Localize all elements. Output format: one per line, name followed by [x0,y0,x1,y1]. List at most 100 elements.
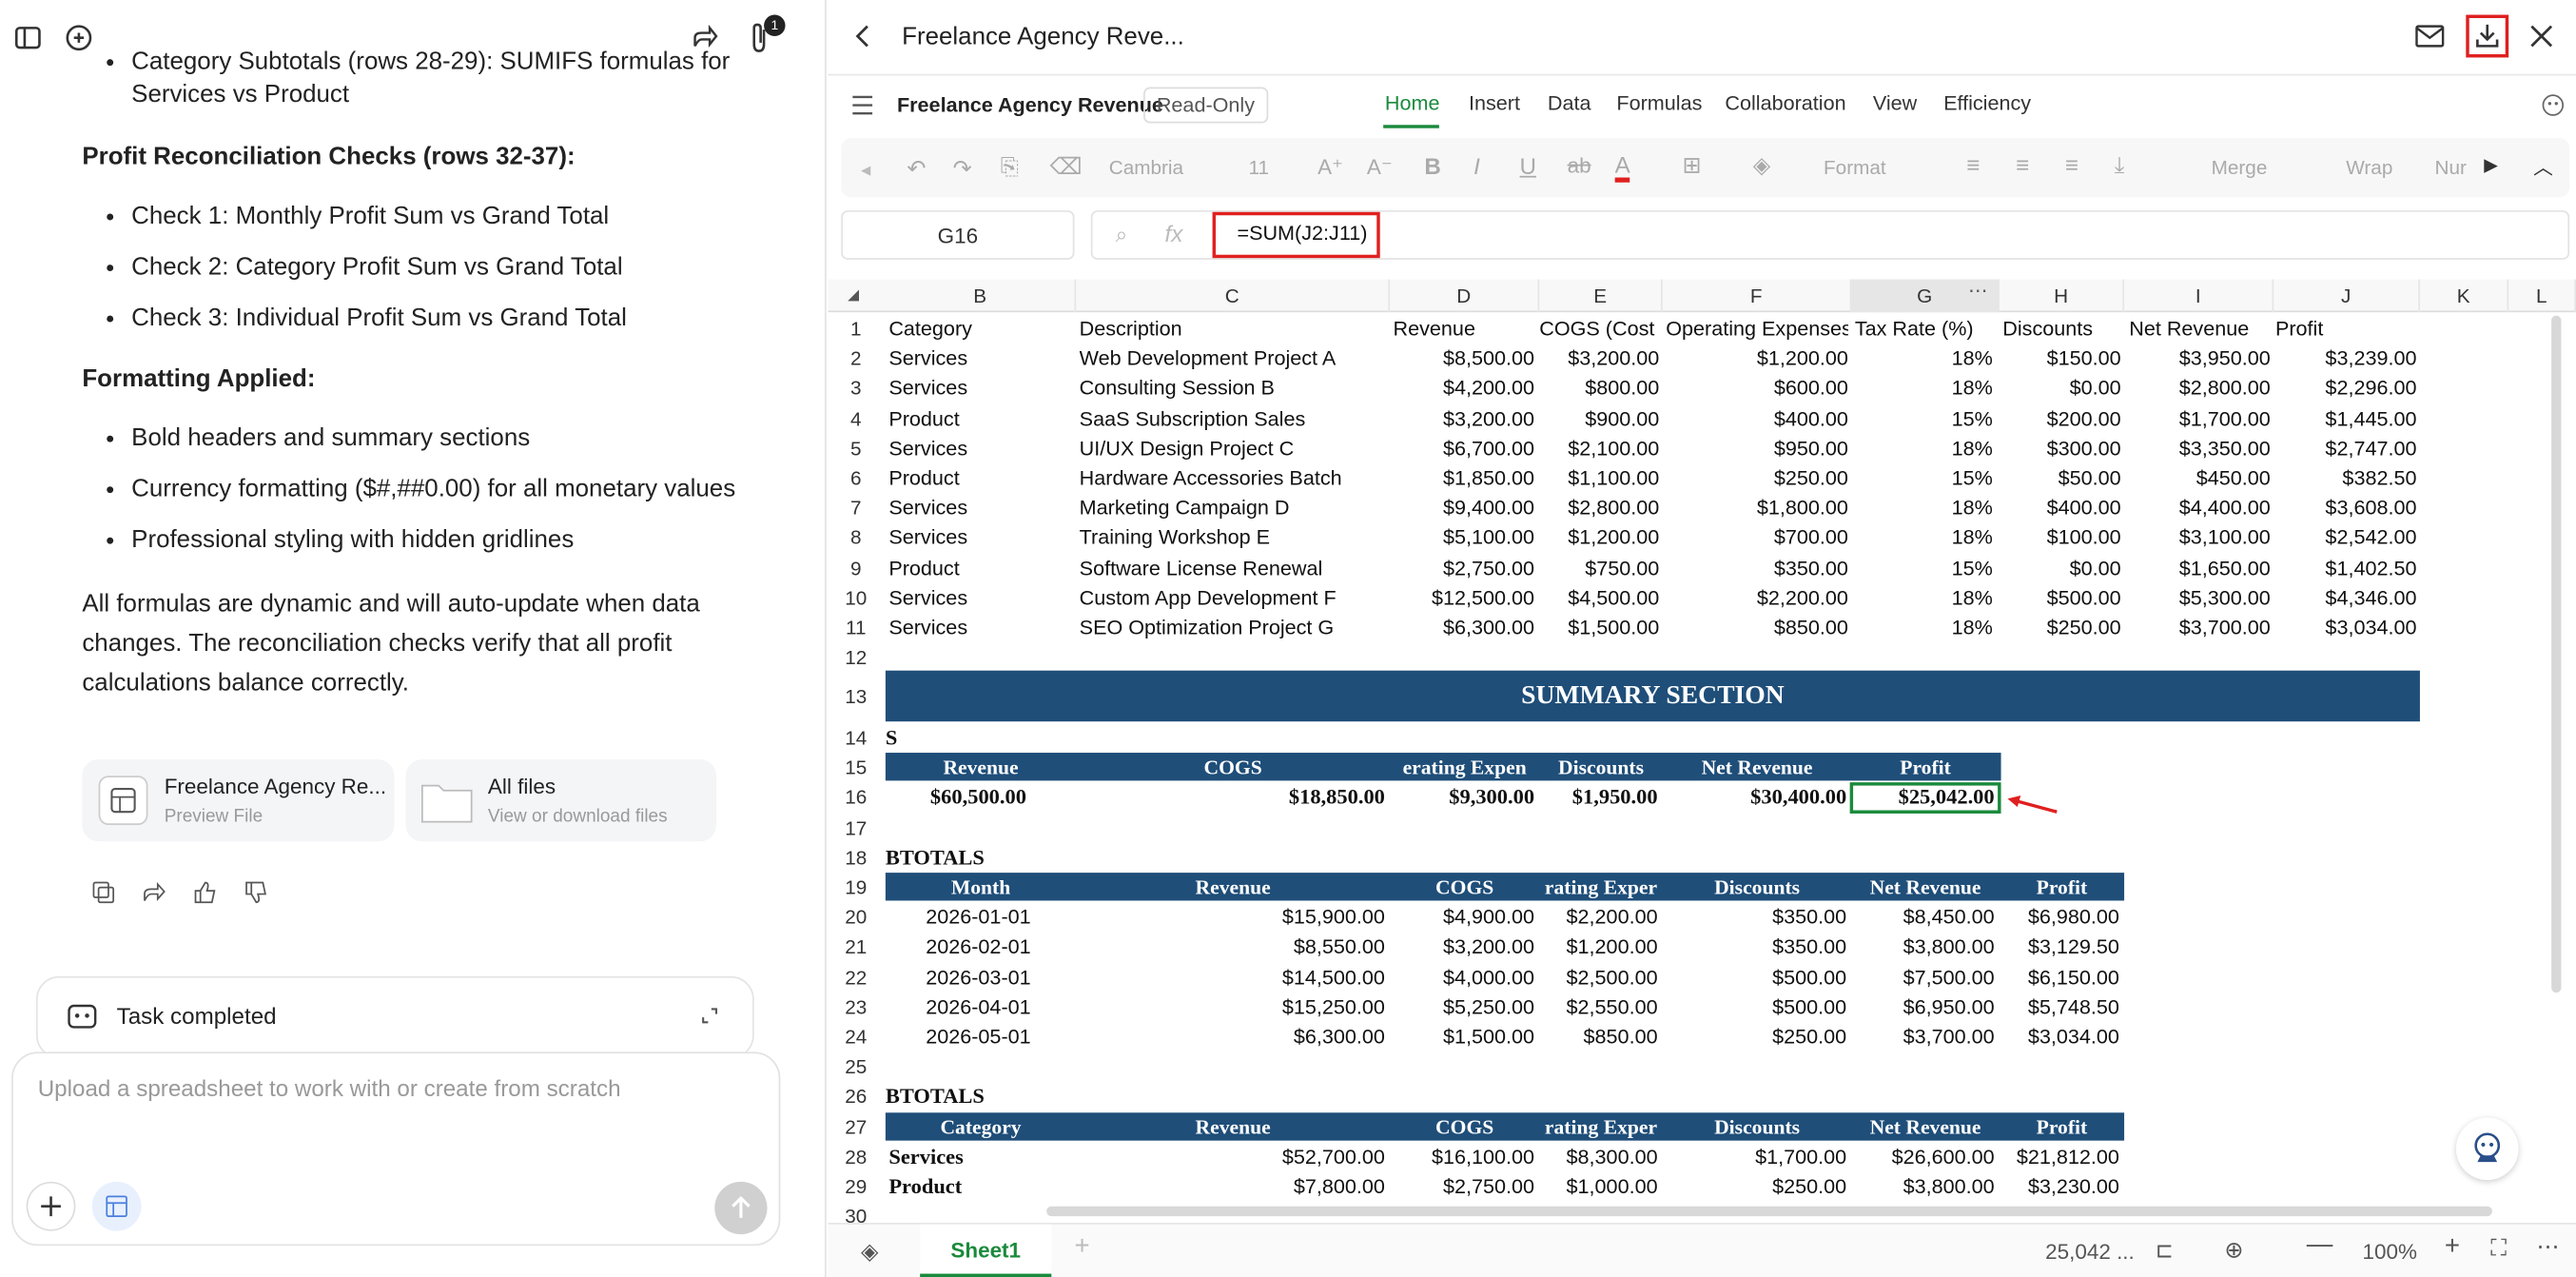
data-cell[interactable]: $250.00 [1666,463,1848,493]
undo-icon[interactable]: ↶ [907,154,926,182]
row-header-25[interactable]: 25 [828,1052,884,1082]
monthly-value-cell[interactable]: $6,980.00 [2000,903,2119,933]
data-cell[interactable]: $382.50 [2275,463,2416,493]
category-value-cell[interactable]: $3,800.00 [1851,1171,1995,1201]
data-cell[interactable]: $3,200.00 [1394,403,1534,433]
data-cell[interactable]: $1,402.50 [2275,553,2416,582]
data-cell[interactable]: $6,700.00 [1394,434,1534,463]
data-cell[interactable]: SaaS Subscription Sales [1080,403,1392,433]
data-cell[interactable]: 18% [1855,613,1993,642]
row-header-15[interactable]: 15 [828,753,884,782]
data-cell[interactable]: Services [888,434,1076,463]
data-cell[interactable]: Product [888,463,1076,493]
data-cell[interactable]: $850.00 [1666,613,1848,642]
row-header-18[interactable]: 18 [828,843,884,873]
category-value-cell[interactable]: Product [888,1171,1074,1201]
back-arrow-icon[interactable] [852,23,872,49]
summary-header-cell[interactable]: Profit [1851,753,1999,782]
data-cell[interactable]: SEO Optimization Project G [1080,613,1392,642]
data-cell[interactable]: $1,200.00 [1666,344,1848,373]
function-icon[interactable]: fx [1164,220,1182,246]
monthly-value-cell[interactable]: $500.00 [1663,992,1846,1022]
data-cell[interactable]: Services [888,523,1076,553]
row-header-2[interactable]: 2 [828,344,884,373]
column-header-l[interactable]: L [2508,279,2576,313]
tab-view[interactable]: View [1873,92,1917,115]
fullscreen-icon[interactable]: ⛶ [2490,1234,2507,1262]
clear-format-icon[interactable]: ⌫ [1050,153,1083,181]
monthly-subtotals-label[interactable]: BTOTALS [886,843,1017,873]
underline-icon[interactable]: U [1520,153,1536,180]
data-cell[interactable]: $9,400.00 [1394,493,1534,522]
row-header-10[interactable]: 10 [828,583,884,613]
data-cell[interactable]: $8,500.00 [1394,344,1534,373]
data-cell[interactable]: $3,034.00 [2275,613,2416,642]
row-header-26[interactable]: 26 [828,1082,884,1111]
more-options-icon[interactable]: ⋯ [2537,1232,2560,1260]
data-cell[interactable]: 18% [1855,434,1993,463]
summary-value-cell[interactable]: $1,950.00 [1539,783,1658,813]
summary-value-cell[interactable]: $30,400.00 [1663,783,1846,813]
data-cell[interactable]: 15% [1855,553,1993,582]
monthly-header-cell[interactable]: Revenue [1076,873,1390,902]
monthly-value-cell[interactable]: $5,748.50 [2000,992,2119,1022]
font-select[interactable]: Cambria [1109,156,1183,179]
data-cell[interactable]: $4,346.00 [2275,583,2416,613]
data-cell[interactable]: Custom App Development F [1080,583,1392,613]
row-header-13[interactable]: 13 [828,682,884,712]
category-value-cell[interactable]: $3,230.00 [2000,1171,2119,1201]
monthly-value-cell[interactable]: $3,800.00 [1851,933,1995,962]
data-cell[interactable]: $250.00 [2002,613,2121,642]
row-header-1[interactable]: 1 [828,314,884,344]
monthly-value-cell[interactable]: $4,000.00 [1390,962,1534,992]
font-color-icon[interactable]: A [1614,151,1630,183]
monthly-value-cell[interactable]: $3,129.50 [2000,933,2119,962]
data-cell[interactable]: $2,800.00 [2129,374,2271,403]
category-value-cell[interactable]: $2,750.00 [1390,1171,1534,1201]
monthly-value-cell[interactable]: 2026-03-01 [886,962,1071,992]
chat-input-placeholder[interactable]: Upload a spreadsheet to work with or cre… [38,1075,621,1102]
data-cell[interactable]: 18% [1855,583,1993,613]
category-value-cell[interactable]: $1,700.00 [1663,1142,1846,1171]
close-icon[interactable] [2530,25,2553,48]
column-menu-icon[interactable]: ⋯ [1968,280,1988,303]
row-header-14[interactable]: 14 [828,723,884,753]
data-cell[interactable]: Web Development Project A [1080,344,1392,373]
category-value-cell[interactable]: $7,800.00 [1076,1171,1385,1201]
monthly-value-cell[interactable]: $2,200.00 [1539,903,1658,933]
monthly-header-cell[interactable]: Month [886,873,1076,902]
row-header-8[interactable]: 8 [828,523,884,553]
zoom-search-icon[interactable]: ⌕ [1116,222,1128,248]
tab-formulas[interactable]: Formulas [1616,92,1702,115]
tab-efficiency[interactable]: Efficiency [1943,92,2031,115]
data-cell[interactable]: $350.00 [1666,553,1848,582]
monthly-value-cell[interactable]: $4,900.00 [1390,903,1534,933]
column-header-f[interactable]: F [1663,279,1852,313]
monthly-value-cell[interactable]: $350.00 [1663,933,1846,962]
number-format-button[interactable]: Nur [2434,156,2466,179]
monthly-value-cell[interactable]: $5,250.00 [1390,992,1534,1022]
select-all-corner-icon[interactable]: ◢ [848,286,859,305]
data-cell[interactable]: $300.00 [2002,434,2121,463]
row-header-20[interactable]: 20 [828,903,884,933]
data-cell[interactable]: Marketing Campaign D [1080,493,1392,522]
wrap-button[interactable]: Wrap [2346,156,2392,179]
row-header-6[interactable]: 6 [828,463,884,493]
data-cell[interactable]: Services [888,613,1076,642]
monthly-value-cell[interactable]: $3,700.00 [1851,1022,1995,1051]
data-cell[interactable]: $5,100.00 [1394,523,1534,553]
assistant-avatar-icon[interactable] [2455,1117,2519,1181]
copy-icon[interactable] [92,881,115,904]
row-header-12[interactable]: 12 [828,643,884,673]
row-header-7[interactable]: 7 [828,493,884,522]
monthly-value-cell[interactable]: $6,150.00 [2000,962,2119,992]
data-cell[interactable]: 15% [1855,463,1993,493]
column-header-h[interactable]: H [2000,279,2125,313]
format-painter-icon[interactable]: ⎘ [1001,153,1019,181]
monthly-value-cell[interactable]: $2,550.00 [1539,992,1658,1022]
summary-header-cell[interactable]: erating Expen [1390,753,1539,782]
increase-font-icon[interactable]: A⁺ [1317,154,1343,181]
data-cell[interactable]: UI/UX Design Project C [1080,434,1392,463]
header-cell[interactable]: Operating Expenses [1666,314,1848,344]
header-cell[interactable]: Tax Rate (%) [1855,314,1993,344]
